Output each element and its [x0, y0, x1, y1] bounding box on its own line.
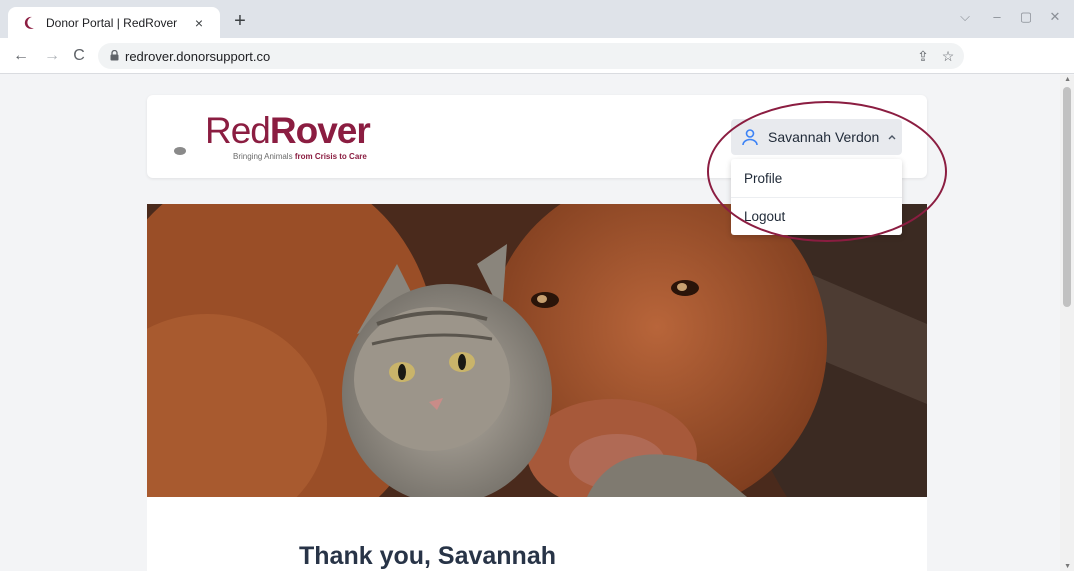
menu-item-profile[interactable]: Profile	[731, 159, 902, 197]
browser-tab[interactable]: Donor Portal | RedRover ×	[8, 7, 220, 38]
browser-tabstrip: Donor Portal | RedRover × + ⌵ – ▢ ✕	[0, 0, 1074, 38]
scroll-up-arrow-icon[interactable]: ▲	[1064, 76, 1071, 83]
redrover-favicon-icon	[24, 16, 34, 29]
menu-item-logout[interactable]: Logout	[731, 197, 902, 235]
redrover-logo[interactable]: RedRover Bringing Animals from Crisis to…	[171, 109, 381, 165]
content-card: Thank you, Savannah	[147, 497, 927, 571]
maximize-icon[interactable]: ▢	[1016, 9, 1036, 25]
logo-word-rover: Rover	[269, 110, 371, 151]
page-viewport: RedRover Bringing Animals from Crisis to…	[0, 75, 1074, 571]
logo-tagline: Bringing Animals from Crisis to Care	[233, 152, 367, 161]
page-scrollbar[interactable]: ▲ ▼	[1060, 75, 1074, 571]
minimize-icon[interactable]: –	[987, 9, 1007, 24]
reload-icon[interactable]: C	[68, 45, 90, 67]
forward-icon[interactable]: →	[41, 45, 63, 67]
logo-word-red: Red	[205, 110, 271, 151]
share-icon[interactable]: ⇪	[913, 46, 933, 66]
address-bar[interactable]: redrover.donorsupport.co ⇪ ☆	[98, 43, 964, 69]
new-tab-button[interactable]: +	[227, 9, 253, 35]
bookmark-star-icon[interactable]: ☆	[938, 46, 958, 66]
logo-tagline-prefix: Bringing Animals	[233, 152, 295, 161]
logo-wordmark: RedRover	[205, 110, 371, 151]
tab-search-icon[interactable]: ⌵	[955, 9, 975, 25]
dog-and-cat-photo	[147, 204, 927, 497]
window-close-icon[interactable]: ✕	[1045, 9, 1065, 25]
thank-you-heading: Thank you, Savannah	[299, 542, 557, 570]
user-icon	[742, 129, 758, 146]
user-dropdown-menu: Profile Logout	[731, 159, 902, 235]
user-menu-button[interactable]: Savannah Verdon	[731, 119, 902, 155]
user-name: Savannah Verdon	[768, 129, 880, 145]
scroll-thumb[interactable]	[1063, 87, 1071, 307]
scroll-down-arrow-icon[interactable]: ▼	[1064, 563, 1071, 570]
chevron-up-icon	[888, 135, 896, 140]
hero-image	[147, 204, 927, 497]
back-icon[interactable]: ←	[10, 45, 32, 67]
browser-toolbar: ← → C redrover.donorsupport.co ⇪ ☆	[0, 38, 1074, 74]
tab-close-icon[interactable]: ×	[190, 15, 208, 31]
logo-tagline-bold: from Crisis to Care	[294, 152, 367, 161]
tab-title: Donor Portal | RedRover	[46, 15, 178, 30]
lock-icon	[110, 50, 119, 61]
url-text: redrover.donorsupport.co	[125, 49, 271, 64]
